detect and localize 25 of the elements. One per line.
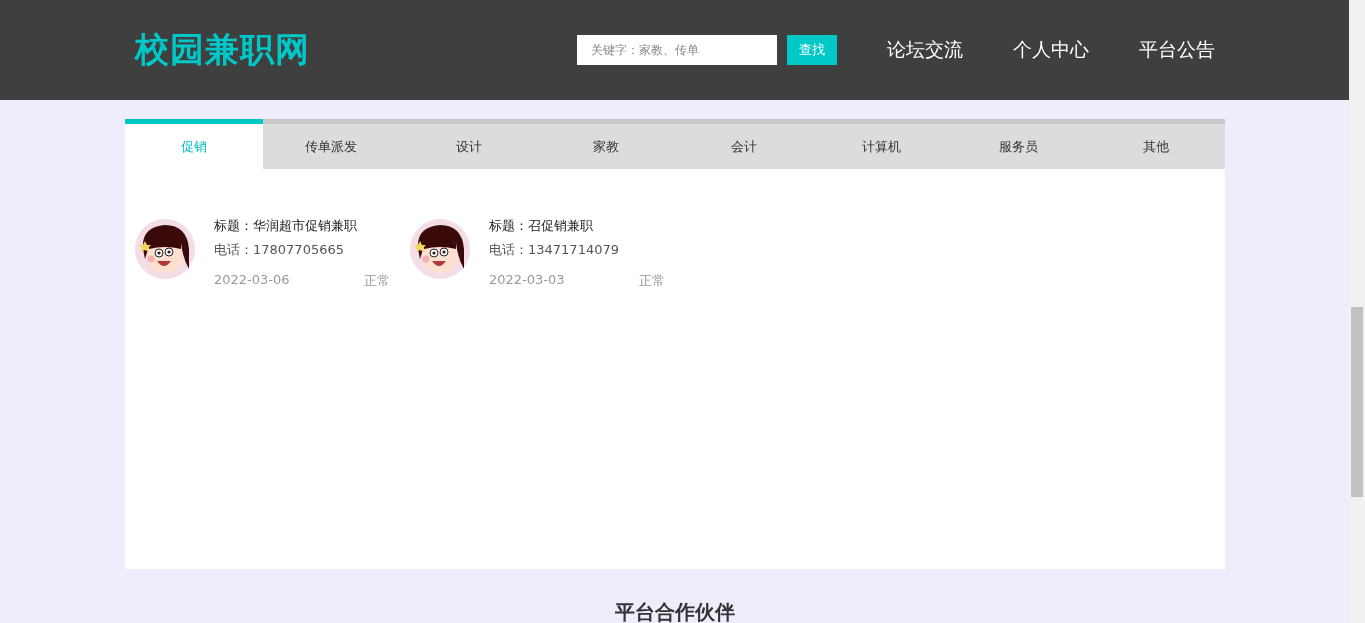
- nav-link[interactable]: 论坛交流: [886, 37, 963, 63]
- category-tab[interactable]: 服务员: [950, 119, 1088, 169]
- job-status: 正常: [639, 272, 665, 290]
- search-field[interactable]: 关键字：家教、传单: [576, 35, 777, 65]
- nav-link[interactable]: 平台公告: [1138, 37, 1215, 63]
- category-tab[interactable]: 设计: [400, 119, 538, 169]
- job-title[interactable]: 标题：华润超市促销兼职: [214, 214, 390, 238]
- category-tab[interactable]: 其他: [1087, 119, 1225, 169]
- phone-number: 电话：17807705665: [214, 241, 345, 259]
- site-logo[interactable]: 校园兼职网: [124, 27, 310, 73]
- post-date: 2022-03-06: [214, 272, 290, 289]
- post-date: 2022-03-03: [489, 272, 565, 289]
- scrollbar[interactable]: [1349, 0, 1365, 623]
- job-title[interactable]: 标题：召促销兼职: [489, 214, 665, 238]
- nav-link[interactable]: 个人中心: [1012, 37, 1089, 63]
- category-tab[interactable]: 家教: [537, 119, 675, 169]
- cartoon-avatar-drawing: [410, 219, 470, 279]
- job-status: 正常: [364, 272, 390, 290]
- scrollbar-thumb[interactable]: [1351, 307, 1363, 497]
- cartoon-avatar-drawing: [135, 219, 195, 279]
- category-tab[interactable]: 会计: [675, 119, 813, 169]
- phone-number: 电话：13471714079: [489, 241, 620, 259]
- category-tab[interactable]: 计算机: [812, 119, 950, 169]
- section-heading: 平台合作伙伴: [613, 599, 736, 623]
- category-tab[interactable]: 传单派发: [262, 119, 400, 169]
